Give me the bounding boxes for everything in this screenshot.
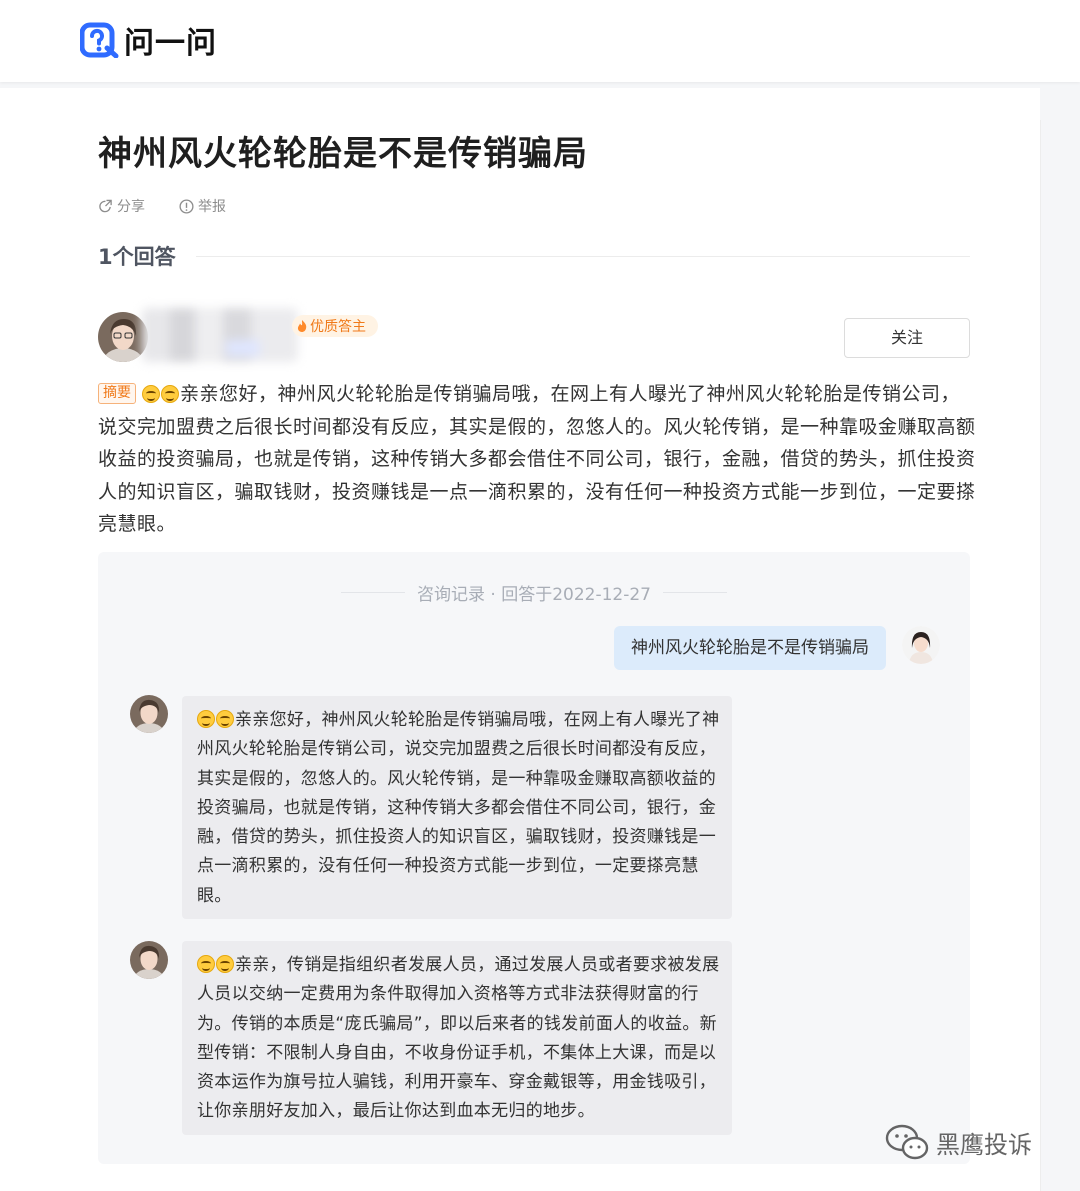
right-divider (1040, 120, 1041, 1191)
logo[interactable]: 问一问 (80, 22, 217, 61)
wechat-icon (885, 1124, 929, 1160)
report-button[interactable]: 举报 (179, 196, 226, 216)
smile-emoji-icon (197, 710, 215, 728)
author-avatar[interactable] (98, 312, 148, 362)
reply-text: 亲亲，传销是指组织者发展人员，通过发展人员或者要求被发展人员以交纳一定费用为条件… (197, 955, 720, 1122)
watermark: 黑鹰投诉 (884, 1123, 1032, 1161)
smile-emoji-icon (216, 710, 234, 728)
answer-summary: 摘要 亲亲您好，神州风火轮轮胎是传销骗局哦，在网上有人曝光了神州风火轮轮胎是传销公… (98, 378, 978, 541)
top-bar: 问一问 (0, 0, 1080, 82)
quality-badge: 优质答主 (292, 315, 378, 337)
user-question-bubble: 神州风火轮轮胎是不是传销骗局 (614, 626, 886, 670)
follow-button[interactable]: 关注 (844, 318, 970, 358)
quality-badge-label: 优质答主 (310, 319, 366, 335)
question-title: 神州风火轮轮胎是不是传销骗局 (98, 134, 588, 174)
answerer-avatar-icon (130, 941, 168, 979)
smile-emoji-icon (142, 385, 160, 403)
answer-count-row: 1个回答 (98, 241, 970, 271)
question-actions: 分享 举报 (98, 196, 226, 216)
answerer-avatar (130, 941, 168, 979)
answerer-avatar (130, 695, 168, 733)
consultation-record: 咨询记录 · 回答于2022-12-27 神州风火轮轮胎是不是传销骗局 亲亲您好… (98, 552, 970, 1164)
user-avatar-icon (902, 626, 940, 664)
reply-bubble: 亲亲，传销是指组织者发展人员，通过发展人员或者要求被发展人员以交纳一定费用为条件… (182, 941, 732, 1135)
answerer-avatar-icon (130, 695, 168, 733)
share-label: 分享 (117, 199, 145, 215)
summary-tag: 摘要 (98, 383, 136, 404)
record-header-text: 咨询记录 · 回答于2022-12-27 (416, 585, 651, 605)
user-avatar (902, 626, 940, 664)
report-icon (179, 198, 194, 214)
report-label: 举报 (198, 199, 226, 215)
reply-bubble: 亲亲您好，神州风火轮轮胎是传销骗局哦，在网上有人曝光了神州风火轮轮胎是传销公司，… (182, 696, 732, 920)
avatar-photo-icon (98, 312, 148, 362)
smile-emoji-icon (161, 385, 179, 403)
divider (340, 592, 405, 593)
flame-icon (297, 320, 307, 332)
record-header: 咨询记录 · 回答于2022-12-27 (98, 580, 970, 605)
logo-mark-icon (80, 22, 119, 58)
smile-emoji-icon (216, 955, 234, 973)
divider (663, 592, 727, 593)
smile-emoji-icon (197, 955, 215, 973)
logo-text: 问一问 (124, 26, 217, 61)
summary-text: 亲亲您好，神州风火轮轮胎是传销骗局哦，在网上有人曝光了神州风火轮轮胎是传销公司，… (98, 383, 976, 535)
share-icon (99, 199, 112, 212)
author-name-blurred (142, 308, 298, 362)
reply-text: 亲亲您好，神州风火轮轮胎是传销骗局哦，在网上有人曝光了神州风火轮轮胎是传销公司，… (197, 710, 720, 906)
share-button[interactable]: 分享 (98, 196, 145, 216)
answer-count: 1个回答 (98, 245, 176, 269)
watermark-text: 黑鹰投诉 (936, 1130, 1032, 1159)
divider (195, 255, 970, 257)
